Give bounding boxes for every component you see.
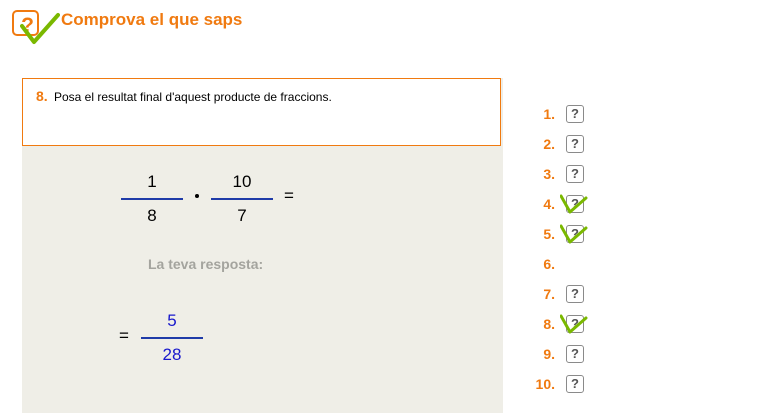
question-number: 8. [36, 88, 48, 104]
question-box-icon[interactable]: ? [566, 285, 584, 303]
question-box-icon[interactable]: ? [566, 135, 584, 153]
question-link-label: 3. [543, 166, 555, 182]
answer-fraction: 5 28 [141, 311, 203, 365]
fraction-1: 1 8 [121, 172, 183, 226]
check-icon [20, 13, 60, 44]
fraction-bar [121, 198, 183, 200]
question-link-4[interactable]: 4. ? [527, 192, 607, 214]
question-link-label: 7. [543, 286, 555, 302]
question-link-9[interactable]: 9. ? [527, 342, 607, 364]
check-icon [560, 314, 588, 334]
fraction-2-denominator: 7 [237, 206, 247, 225]
question-link-label: 9. [543, 346, 555, 362]
app-logo: ? [10, 6, 60, 46]
question-box-icon[interactable]: ? [566, 165, 584, 183]
question-link-6[interactable]: 6. [527, 252, 607, 274]
question-box-icon[interactable]: ? [566, 105, 584, 123]
fraction-1-numerator: 1 [147, 172, 157, 191]
fraction-2: 10 7 [211, 172, 273, 226]
question-link-label: 6. [543, 256, 555, 272]
check-icon [560, 224, 588, 244]
question-link-5[interactable]: 5. ? [527, 222, 607, 244]
prompt-box: 8. Posa el resultat final d'aquest produ… [22, 78, 501, 146]
question-prompt: Posa el resultat final d'aquest producte… [54, 90, 332, 104]
answer-equals-sign: = [119, 326, 129, 345]
question-link-10[interactable]: 10. ? [527, 372, 607, 394]
question-panel: 8. Posa el resultat final d'aquest produ… [22, 78, 503, 413]
fraction-2-numerator: 10 [232, 172, 252, 191]
answer-numerator: 5 [167, 311, 177, 330]
question-link-3[interactable]: 3. ? [527, 162, 607, 184]
question-link-2[interactable]: 2. ? [527, 132, 607, 154]
response-label: La teva resposta: [148, 256, 264, 272]
check-icon [560, 194, 588, 214]
equals-sign: = [284, 186, 294, 205]
page-title: Comprova el que saps [61, 10, 243, 29]
question-link-label: 4. [543, 196, 555, 212]
question-link-label: 1. [543, 106, 555, 122]
question-link-label: 10. [535, 376, 555, 392]
fraction-1-denominator: 8 [147, 206, 157, 225]
fraction-bar [141, 337, 203, 339]
question-link-1[interactable]: 1. ? [527, 102, 607, 124]
fraction-bar [211, 198, 273, 200]
multiply-dot [195, 194, 199, 198]
question-box-icon[interactable]: ? [566, 345, 584, 363]
question-link-label: 5. [543, 226, 555, 242]
answer-denominator: 28 [162, 345, 182, 364]
question-link-label: 2. [543, 136, 555, 152]
question-box-icon[interactable]: ? [566, 375, 584, 393]
question-link-7[interactable]: 7. ? [527, 282, 607, 304]
question-link-8[interactable]: 8. ? [527, 312, 607, 334]
question-link-label: 8. [543, 316, 555, 332]
